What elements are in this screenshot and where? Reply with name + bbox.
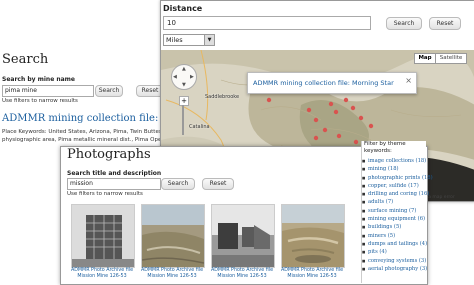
close-icon[interactable]: × [405, 76, 412, 85]
mine-name-input[interactable]: pima mine [2, 85, 94, 97]
theme-item[interactable]: drilling and coring (16) [362, 190, 433, 199]
theme-list: image collections (18) mining (18) photo… [362, 157, 433, 273]
photo-caption-line: Mission Mine 126-53 [147, 274, 197, 279]
pan-down-icon: ▼ [182, 82, 186, 88]
search-title: Search [2, 52, 49, 67]
theme-item[interactable]: mining equipment (6) [362, 215, 433, 224]
photo-caption[interactable]: ADMMR Photo Archive file Mission Mine 12… [69, 268, 135, 280]
zoom-in-button[interactable]: + [179, 96, 189, 106]
photo-search-input[interactable]: mission [67, 178, 161, 190]
theme-item[interactable]: surface mining (7) [362, 207, 433, 216]
photo-caption[interactable]: ADMMR Photo Archive file Mission Mine 12… [279, 268, 345, 280]
theme-item[interactable]: buildings (5) [362, 223, 433, 232]
photo-thumbnail[interactable] [71, 204, 135, 268]
filter-hint: Use filters to narrow results [2, 98, 78, 104]
photo-reset-button[interactable]: Reset [202, 178, 234, 190]
search-label: Search by mine name [2, 76, 75, 83]
distance-input[interactable]: 10 [163, 16, 371, 30]
theme-item[interactable]: miners (5) [362, 232, 433, 241]
pan-control[interactable]: ▲ ▼ ◀ ▶ [171, 64, 197, 90]
map-infowindow: ADMMR mining collection file: Morning St… [247, 72, 417, 94]
photographs-title: Photographs [67, 147, 151, 162]
photo-thumbnail[interactable] [281, 204, 345, 268]
pan-up-icon: ▲ [182, 66, 186, 72]
distance-title: Distance [163, 4, 203, 13]
photo-caption[interactable]: ADMMR Photo Archive file Mission Mine 12… [209, 268, 275, 280]
zoom-slider[interactable] [182, 105, 184, 135]
theme-item[interactable]: aerial photography (3) [362, 265, 433, 274]
theme-item[interactable]: dumps and tailings (4) [362, 240, 433, 249]
distance-search-button[interactable]: Search [386, 17, 422, 30]
theme-filter: Filter by theme keywords: image collecti… [361, 141, 433, 283]
photo-filter-hint: Use filters to narrow results [67, 191, 143, 197]
photo-search-button[interactable]: Search [161, 178, 195, 190]
photo-thumbnail[interactable] [141, 204, 205, 268]
theme-item[interactable]: copper, sulfide (17) [362, 182, 433, 191]
unit-select-value: Miles [166, 36, 183, 44]
pan-left-icon: ◀ [173, 74, 177, 80]
search-button[interactable]: Search [95, 85, 123, 97]
map-type-satellite-button[interactable]: Satellite [435, 53, 467, 64]
photo-thumbnail[interactable] [211, 204, 275, 268]
theme-item[interactable]: image collections (18) [362, 157, 433, 166]
theme-item[interactable]: mining (18) [362, 165, 433, 174]
theme-item[interactable]: adults (7) [362, 198, 433, 207]
photographs-label: Search title and description [67, 170, 162, 177]
theme-item[interactable]: pits (4) [362, 248, 433, 257]
theme-item[interactable]: conveying systems (3) [362, 257, 433, 266]
photo-caption-line: Mission Mine 126-53 [287, 274, 337, 279]
distance-reset-button[interactable]: Reset [429, 17, 461, 30]
place-label: Saddlebrooke [205, 94, 240, 100]
chevron-down-icon: ▼ [204, 35, 214, 45]
map-type-map-button[interactable]: Map [414, 53, 436, 64]
photo-caption-line: Mission Mine 126-53 [217, 274, 267, 279]
photo-caption-line: Mission Mine 126-53 [77, 274, 127, 279]
infowindow-link[interactable]: ADMMR mining collection file: Morning St… [253, 79, 394, 87]
unit-select[interactable]: Miles ▼ [163, 34, 215, 46]
theme-filter-title: Filter by theme keywords: [364, 141, 406, 154]
photo-caption[interactable]: ADMMR Photo Archive file Mission Mine 12… [139, 268, 205, 280]
photographs-panel: Photographs Search title and description… [60, 141, 433, 285]
theme-item[interactable]: photographic prints (18) [362, 174, 433, 183]
pan-right-icon: ▶ [190, 74, 194, 80]
place-label: Catalina [189, 124, 210, 130]
